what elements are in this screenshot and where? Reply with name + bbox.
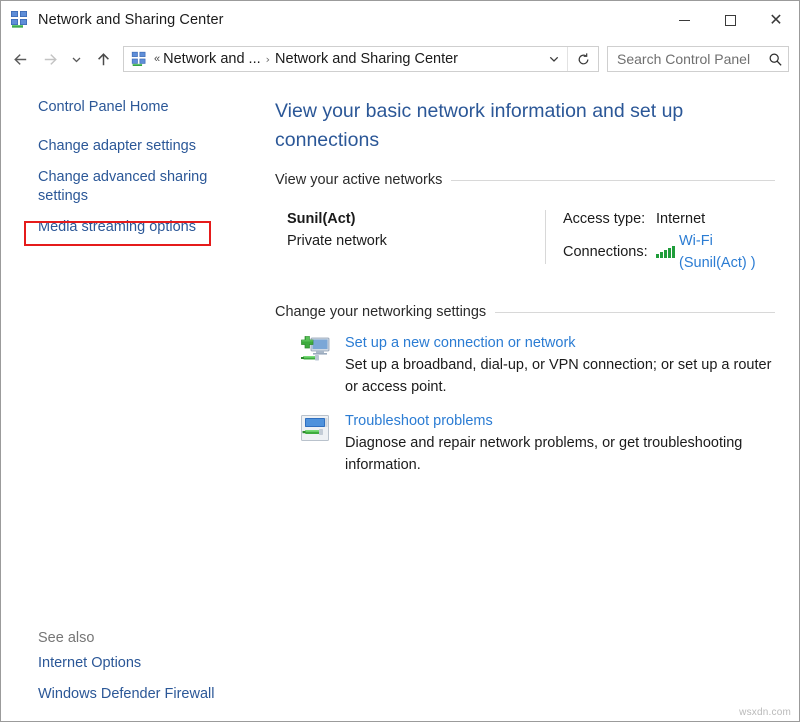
up-button[interactable] (87, 44, 119, 74)
watermark: wsxdn.com (739, 707, 791, 718)
page-title: View your basic network information and … (275, 100, 684, 151)
maximize-icon (724, 14, 736, 26)
window-title: Network and Sharing Center (38, 12, 224, 28)
address-dropdown-button[interactable] (541, 47, 567, 71)
content-area: Control Panel Home Change adapter settin… (1, 79, 799, 721)
close-icon: ✕ (769, 10, 783, 29)
active-networks-table: Sunil(Act) Private network Access type: … (275, 194, 775, 282)
troubleshoot-problems-description: Diagnose and repair network problems, or… (345, 435, 743, 473)
back-button[interactable] (5, 44, 35, 74)
sidebar-item-control-panel-home[interactable]: Control Panel Home (1, 95, 263, 120)
minimize-icon (678, 19, 690, 21)
network-sharing-center-icon (10, 10, 30, 30)
forward-button[interactable] (35, 44, 65, 74)
wifi-signal-icon (656, 246, 675, 258)
refresh-button[interactable] (568, 47, 598, 71)
section-divider (495, 311, 775, 313)
breadcrumb-separator-icon[interactable]: › (266, 53, 270, 66)
breadcrumb-item-network-and[interactable]: Network and ... (163, 51, 261, 67)
breadcrumb-item-network-and-sharing-center[interactable]: Network and Sharing Center (275, 51, 458, 67)
breadcrumb-overflow[interactable]: « (154, 53, 160, 65)
troubleshoot-icon (299, 412, 331, 444)
change-settings-section-label: Change your networking settings (275, 304, 487, 320)
title-bar: Network and Sharing Center ✕ (1, 1, 799, 39)
task-body: Troubleshoot problems Diagnose and repai… (345, 410, 775, 476)
sidebar-item-media-streaming-options[interactable]: Media streaming options (1, 215, 263, 240)
see-also-item-windows-defender-firewall[interactable]: Windows Defender Firewall (1, 682, 263, 707)
change-networking-settings-section: Change your networking settings Set up a… (275, 304, 775, 476)
caption-buttons: ✕ (661, 1, 799, 39)
set-up-new-connection-description: Set up a broadband, dial-up, or VPN conn… (345, 357, 772, 395)
connections-label: Connections: (563, 244, 648, 260)
section-divider (451, 179, 775, 181)
task-troubleshoot-problems: Troubleshoot problems Diagnose and repai… (275, 410, 775, 476)
network-name: Sunil(Act) (287, 211, 356, 227)
active-networks-section-label: View your active networks (275, 172, 443, 188)
sidebar-item-change-advanced-sharing-settings[interactable]: Change advanced sharing settings (1, 165, 263, 209)
network-and-sharing-center-window: Network and Sharing Center ✕ « Network a… (0, 0, 800, 722)
detail-row-connections: Connections: Wi-Fi (Sunil(Act) ) (563, 230, 775, 274)
recent-locations-button[interactable] (65, 44, 87, 74)
active-networks-section-header: View your active networks (275, 172, 775, 188)
network-type: Private network (287, 233, 387, 249)
troubleshoot-problems-link[interactable]: Troubleshoot problems (345, 410, 493, 432)
search-control-panel-box[interactable]: Search Control Panel (607, 46, 789, 72)
access-type-value: Internet (656, 211, 706, 227)
chevron-down-icon (549, 56, 559, 62)
address-bar[interactable]: « Network and ... › Network and Sharing … (123, 46, 599, 72)
sidebar: Control Panel Home Change adapter settin… (1, 79, 263, 721)
new-connection-icon (299, 334, 331, 366)
search-input[interactable]: Search Control Panel (608, 51, 762, 67)
task-set-up-new-connection: Set up a new connection or network Set u… (275, 332, 775, 398)
connections-value-link[interactable]: Wi-Fi (Sunil(Act) ) (679, 230, 775, 274)
maximize-button[interactable] (707, 1, 753, 39)
see-also-title: See also (38, 630, 95, 646)
see-also-section: See also Internet Options Windows Defend… (1, 626, 263, 707)
active-network-identity: Sunil(Act) Private network (275, 208, 545, 274)
navigation-bar: « Network and ... › Network and Sharing … (1, 39, 799, 79)
task-body: Set up a new connection or network Set u… (345, 332, 775, 398)
search-icon[interactable] (762, 52, 788, 67)
main-panel: View your basic network information and … (263, 79, 799, 721)
change-settings-section-header: Change your networking settings (275, 304, 775, 320)
minimize-button[interactable] (661, 1, 707, 39)
arrow-left-icon (13, 53, 26, 65)
close-button[interactable]: ✕ (753, 1, 799, 39)
network-sharing-center-icon (131, 51, 148, 68)
arrow-right-icon (44, 53, 57, 65)
detail-row-access-type: Access type: Internet (563, 208, 775, 230)
access-type-label: Access type: (563, 211, 646, 227)
refresh-icon (578, 52, 588, 64)
chevron-down-icon (72, 57, 80, 62)
arrow-up-icon (97, 52, 109, 65)
set-up-new-connection-link[interactable]: Set up a new connection or network (345, 332, 576, 354)
active-network-details: Access type: Internet Connections: Wi-Fi… (546, 208, 775, 274)
sidebar-item-change-adapter-settings[interactable]: Change adapter settings (1, 134, 263, 159)
see-also-item-internet-options[interactable]: Internet Options (1, 651, 263, 676)
